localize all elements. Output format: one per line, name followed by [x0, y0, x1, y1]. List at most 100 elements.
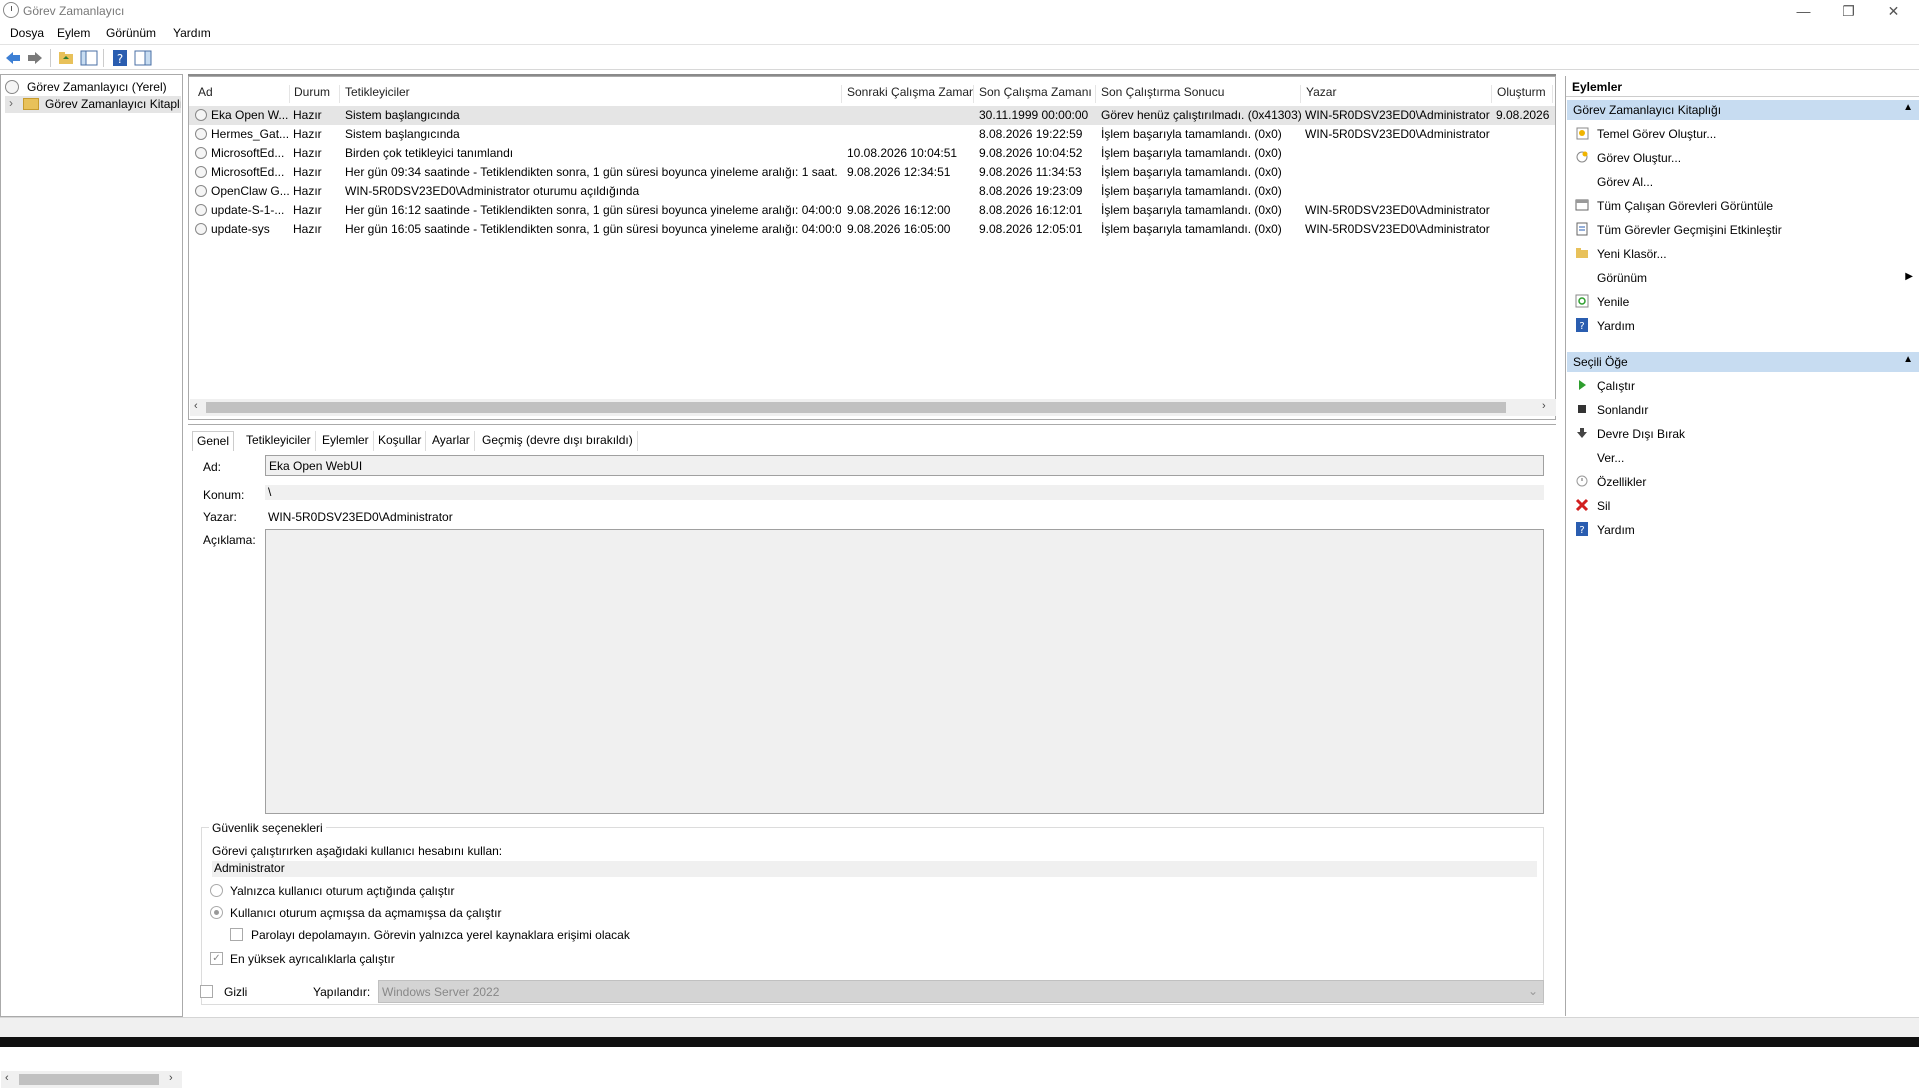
- section-header-selected-item[interactable]: Seçili Öğe ▲: [1567, 352, 1919, 372]
- scroll-thumb[interactable]: [206, 402, 1506, 413]
- task-clock-icon: [195, 109, 207, 121]
- tab-history[interactable]: Geçmiş (devre dışı bırakıldı): [478, 431, 638, 451]
- task-last-result: İşlem başarıyla tamamlandı. (0x0): [1101, 146, 1282, 160]
- close-button[interactable]: ✕: [1871, 0, 1916, 22]
- menu-eylem[interactable]: Eylem: [57, 26, 90, 40]
- scroll-right-arrow-icon[interactable]: ›: [1542, 400, 1546, 412]
- menu-gorunum[interactable]: Görünüm: [106, 26, 156, 40]
- action-section2-3[interactable]: Ver...: [1567, 446, 1919, 470]
- action-label: Tüm Çalışan Görevleri Görüntüle: [1597, 199, 1774, 213]
- tab-triggers[interactable]: Tetikleyiciler: [242, 431, 316, 451]
- tree-expander[interactable]: ›: [9, 96, 13, 110]
- collapse-icon[interactable]: ▲: [1903, 354, 1913, 365]
- task-triggers: Her gün 16:12 saatinde - Tetiklendikten …: [345, 203, 841, 217]
- chevron-down-icon: ⌄: [1527, 984, 1538, 998]
- tree-root[interactable]: Görev Zamanlayıcı (Yerel): [5, 79, 181, 96]
- show-hide-action-pane-icon[interactable]: [134, 49, 152, 67]
- scroll-thumb[interactable]: [19, 1074, 159, 1085]
- table-row[interactable]: update-S-1-... Hazır Her gün 16:12 saatind…: [189, 201, 1555, 220]
- name-field[interactable]: Eka Open WebUI: [265, 455, 1544, 476]
- action-section1-4[interactable]: Tüm Görevler Geçmişini Etkinleştir: [1567, 218, 1919, 242]
- description-label: Açıklama:: [203, 533, 256, 547]
- table-row[interactable]: MicrosoftEd... Hazır Birden çok tetikleyic…: [189, 144, 1555, 163]
- task-last-run: 8.08.2026 19:23:09: [979, 184, 1083, 198]
- folder-icon: [1576, 248, 1588, 258]
- back-arrow-icon[interactable]: [4, 49, 22, 67]
- tree-horizontal-scrollbar[interactable]: ‹ ›: [1, 1071, 182, 1088]
- action-section2-5[interactable]: Sil: [1567, 494, 1919, 518]
- action-label: Sil: [1597, 499, 1611, 513]
- actions-pane: Eylemler Görev Zamanlayıcı Kitaplığı ▲ T…: [1565, 76, 1919, 1016]
- column-header-last-result[interactable]: Son Çalıştırma Sonucu: [1097, 85, 1301, 103]
- action-section1-7[interactable]: Yenile: [1567, 290, 1919, 314]
- radio-logged-on-only[interactable]: [210, 884, 223, 897]
- scroll-left-arrow-icon[interactable]: ‹: [194, 400, 198, 412]
- tree-root-label: Görev Zamanlayıcı (Yerel): [27, 80, 167, 94]
- column-header-created[interactable]: Oluşturm: [1493, 85, 1553, 103]
- collapse-icon[interactable]: ▲: [1903, 102, 1913, 113]
- column-header-triggers[interactable]: Tetikleyiciler: [341, 85, 842, 103]
- table-row[interactable]: Eka Open W... Hazır Sistem başlangıcında 30…: [189, 106, 1555, 125]
- tree-item-library[interactable]: › Görev Zamanlayıcı Kitaplığı: [5, 96, 181, 113]
- column-header-name[interactable]: Ad: [194, 85, 290, 103]
- action-section1-6[interactable]: Görünüm ▶: [1567, 266, 1919, 290]
- task-clock-icon: [195, 166, 207, 178]
- scroll-right-arrow-icon[interactable]: ›: [169, 1072, 173, 1084]
- action-section1-0[interactable]: Temel Görev Oluştur...: [1567, 122, 1919, 146]
- task-last-result: İşlem başarıyla tamamlandı. (0x0): [1101, 203, 1282, 217]
- task-clock-icon: [195, 204, 207, 216]
- configure-for-dropdown[interactable]: Windows Server 2022 ⌄: [378, 980, 1544, 1003]
- column-header-last-run[interactable]: Son Çalışma Zamanı: [975, 85, 1096, 103]
- action-section2-4[interactable]: Özellikler: [1567, 470, 1919, 494]
- action-section1-3[interactable]: Tüm Çalışan Görevleri Görüntüle: [1567, 194, 1919, 218]
- divider: [1566, 96, 1919, 97]
- action-section1-1[interactable]: Görev Oluştur...: [1567, 146, 1919, 170]
- action-section2-0[interactable]: Çalıştır: [1567, 374, 1919, 398]
- tab-conditions[interactable]: Koşullar: [374, 431, 427, 451]
- radio-whether-logged-on[interactable]: [210, 906, 223, 919]
- task-last-run: 8.08.2026 19:22:59: [979, 127, 1083, 141]
- up-folder-icon[interactable]: [57, 49, 75, 67]
- task-status: Hazır: [293, 222, 322, 236]
- action-label: Yardım: [1597, 319, 1635, 333]
- action-section1-8[interactable]: ? Yardım: [1567, 314, 1919, 338]
- action-section2-6[interactable]: ? Yardım: [1567, 518, 1919, 542]
- tab-settings[interactable]: Ayarlar: [428, 431, 475, 451]
- scroll-left-arrow-icon[interactable]: ‹: [5, 1072, 9, 1084]
- help-icon[interactable]: ?: [111, 49, 129, 67]
- forward-arrow-icon[interactable]: [26, 49, 44, 67]
- action-section1-5[interactable]: Yeni Klasör...: [1567, 242, 1919, 266]
- task-clock-icon: [195, 185, 207, 197]
- action-label: Tüm Görevler Geçmişini Etkinleştir: [1597, 223, 1782, 237]
- actions-pane-title: Eylemler: [1572, 80, 1623, 94]
- description-field[interactable]: [265, 529, 1544, 814]
- column-header-status[interactable]: Durum: [290, 85, 340, 103]
- table-row[interactable]: Hermes_Gat... Hazır Sistem başlangıcında 8.…: [189, 125, 1555, 144]
- table-row[interactable]: MicrosoftEd... Hazır Her gün 09:34 saatind…: [189, 163, 1555, 182]
- action-section2-1[interactable]: Sonlandır: [1567, 398, 1919, 422]
- column-header-author[interactable]: Yazar: [1302, 85, 1492, 103]
- table-row[interactable]: OpenClaw G... Hazır WIN-5R0DSV23ED0\Admini…: [189, 182, 1555, 201]
- restore-button[interactable]: ❐: [1826, 0, 1871, 22]
- list-horizontal-scrollbar[interactable]: ‹ ›: [190, 399, 1556, 416]
- show-hide-console-tree-icon[interactable]: [80, 49, 98, 67]
- folder-clock-icon: [23, 98, 39, 110]
- column-header-next-run[interactable]: Sonraki Çalışma Zamanı: [843, 85, 974, 103]
- checkbox-do-not-store-password[interactable]: [230, 928, 243, 941]
- tab-actions[interactable]: Eylemler: [318, 431, 374, 451]
- task-last-run: 8.08.2026 16:12:01: [979, 203, 1083, 217]
- location-label: Konum:: [203, 488, 245, 502]
- menu-dosya[interactable]: Dosya: [10, 26, 44, 40]
- task-last-run: 30.11.1999 00:00:00: [979, 108, 1089, 122]
- menu-yardim[interactable]: Yardım: [173, 26, 211, 40]
- minimize-button[interactable]: —: [1781, 0, 1826, 22]
- section-header-library[interactable]: Görev Zamanlayıcı Kitaplığı ▲: [1567, 100, 1919, 120]
- task-last-run: 9.08.2026 10:04:52: [979, 146, 1083, 160]
- action-section1-2[interactable]: Görev Al...: [1567, 170, 1919, 194]
- checkbox-highest-privileges[interactable]: ✓: [210, 952, 223, 965]
- task-status: Hazır: [293, 184, 322, 198]
- action-section2-2[interactable]: Devre Dışı Bırak: [1567, 422, 1919, 446]
- tab-general[interactable]: Genel: [192, 431, 235, 451]
- table-row[interactable]: update-sys Hazır Her gün 16:05 saatinde - …: [189, 220, 1555, 239]
- checkbox-hidden[interactable]: [200, 985, 213, 998]
